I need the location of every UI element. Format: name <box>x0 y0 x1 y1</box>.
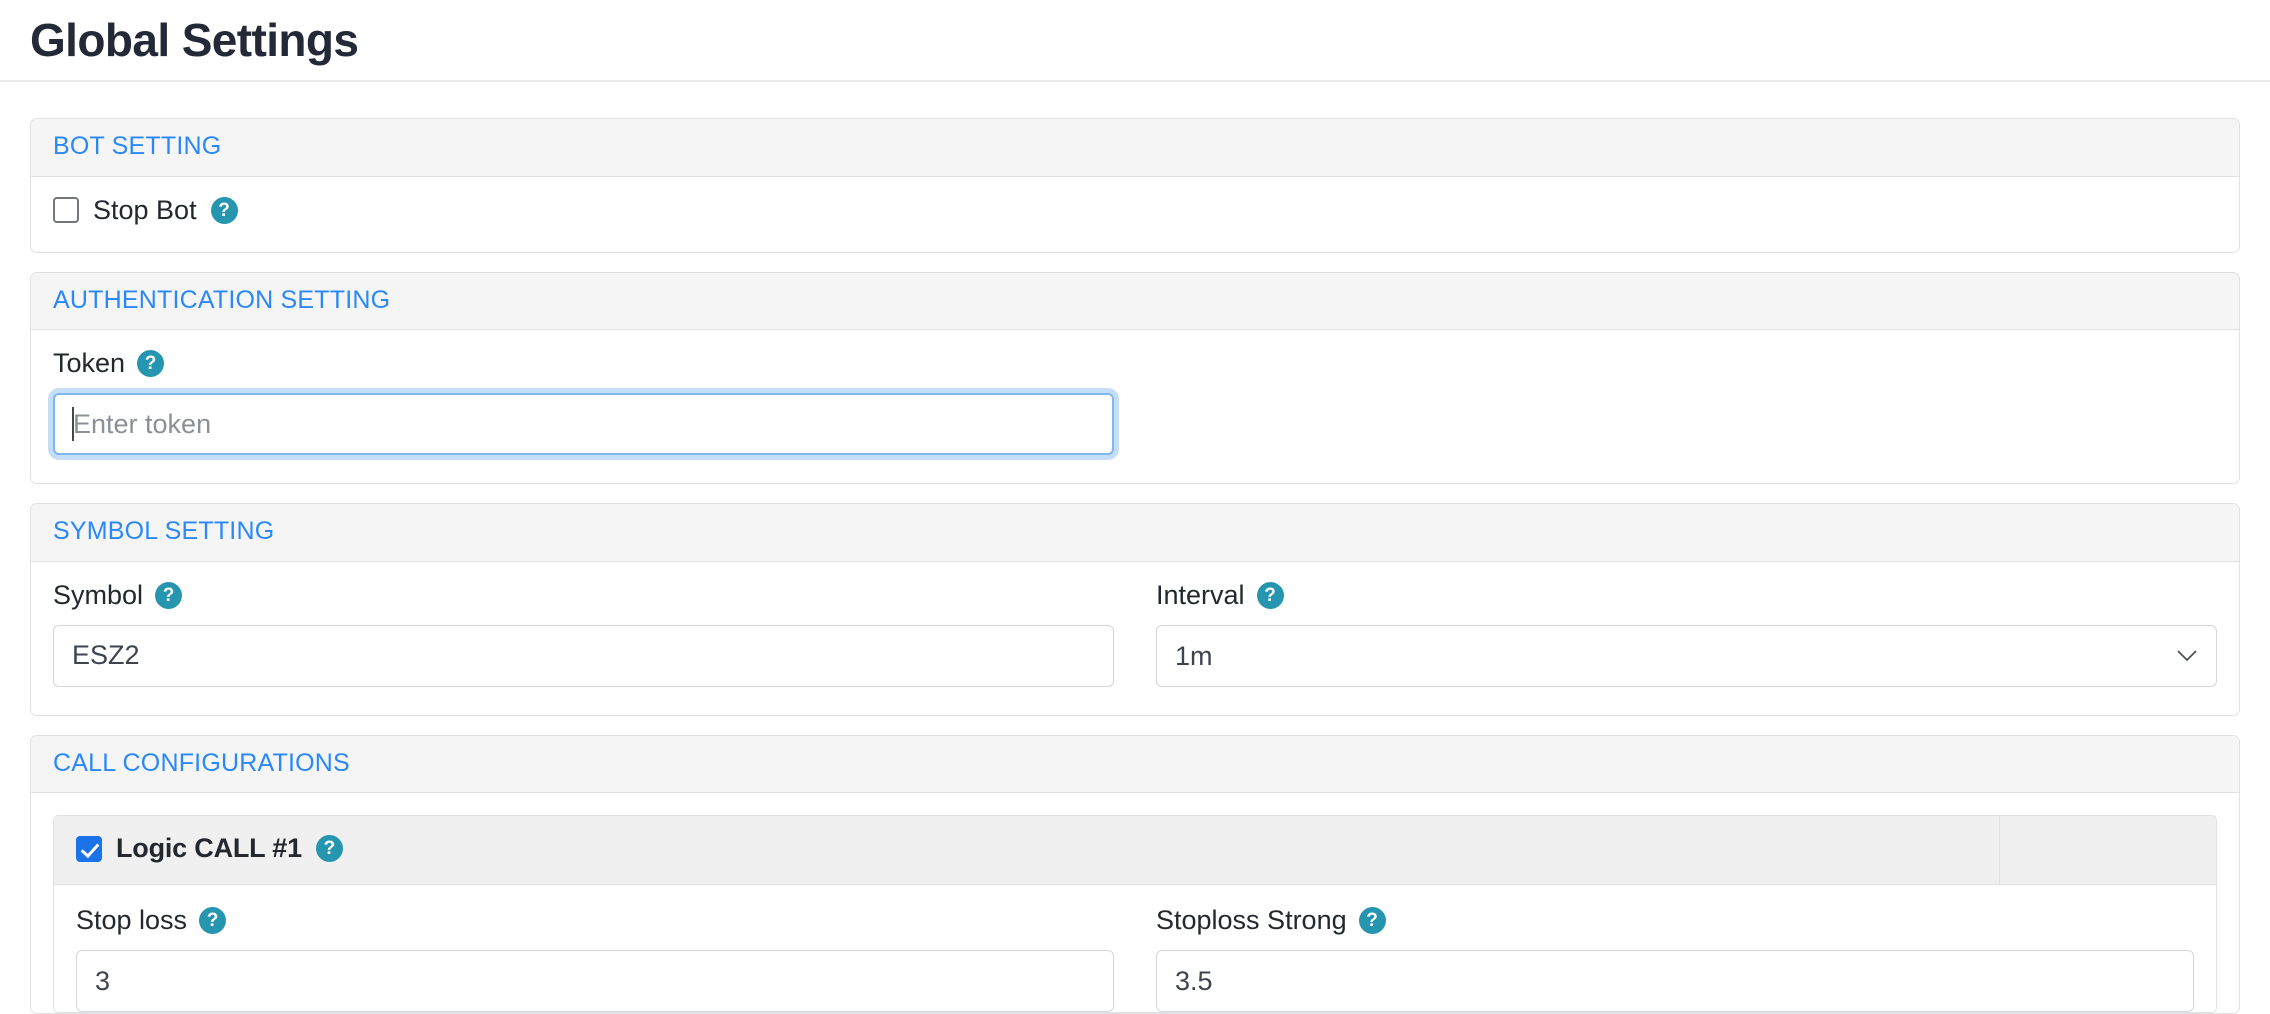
logic-call-block: Logic CALL #1 ? Stop loss ? 3 Stoploss S… <box>53 815 2217 1013</box>
card-body-symbol-setting: Symbol ? Interval ? 1m3m5m15m30m1h4h1d <box>31 562 2239 715</box>
interval-select[interactable]: 1m3m5m15m30m1h4h1d <box>1156 624 2217 687</box>
section-title-authentication-setting: AUTHENTICATION SETTING <box>53 285 391 314</box>
card-body-call-configurations: Logic CALL #1 ? Stop loss ? 3 Stoploss S… <box>31 793 2239 1013</box>
help-icon[interactable]: ? <box>199 907 227 934</box>
stop-loss-field: Stop loss ? <box>76 907 1114 1012</box>
interval-label-row: Interval ? <box>1156 579 2217 610</box>
card-header-call-configurations: CALL CONFIGURATIONS <box>31 735 2239 793</box>
symbol-label: Symbol <box>53 579 144 610</box>
symbol-interval-grid: Symbol ? Interval ? 1m3m5m15m30m1h4h1d <box>53 579 2217 687</box>
stoploss-strong-label-row: Stoploss Strong ? <box>1156 907 2194 934</box>
logic-call-header-aside <box>2000 816 2216 884</box>
logic-call-checkbox[interactable] <box>76 835 102 862</box>
help-icon[interactable]: ? <box>315 835 343 862</box>
stop-bot-row: Stop Bot ? <box>53 194 2217 225</box>
card-body-authentication-setting: Token ? <box>31 330 2239 483</box>
stoploss-strong-input[interactable] <box>1156 950 2194 1012</box>
stop-loss-label: Stop loss <box>76 905 188 935</box>
card-bot-setting: BOT SETTING Stop Bot ? <box>30 118 2240 253</box>
interval-label: Interval <box>1156 579 1245 610</box>
interval-select-wrap: 1m3m5m15m30m1h4h1d <box>1156 624 2217 687</box>
section-title-bot-setting: BOT SETTING <box>53 132 222 160</box>
token-label-row: Token ? <box>53 350 2217 377</box>
section-title-symbol-setting: SYMBOL SETTING <box>53 517 275 545</box>
global-settings-page: Global Settings BOT SETTING Stop Bot ? A… <box>0 0 2270 1014</box>
text-caret <box>72 407 74 441</box>
help-icon[interactable]: ? <box>1358 907 1386 934</box>
stoploss-strong-label: Stoploss Strong <box>1156 905 1347 935</box>
card-symbol-setting: SYMBOL SETTING Symbol ? Interval ? <box>30 503 2240 716</box>
card-call-configurations: CALL CONFIGURATIONS Logic CALL #1 ? Stop… <box>30 734 2240 1014</box>
logic-call-header: Logic CALL #1 ? <box>54 816 2216 885</box>
token-field-grid <box>53 393 2217 455</box>
symbol-label-row: Symbol ? <box>53 579 1114 610</box>
help-icon[interactable]: ? <box>137 350 165 377</box>
stoploss-strong-field: Stoploss Strong ? <box>1156 907 2194 1012</box>
logic-call-body: Stop loss ? Stoploss Strong ? <box>54 885 2216 1012</box>
stoploss-grid: Stop loss ? Stoploss Strong ? <box>76 907 2194 1012</box>
logic-call-header-main: Logic CALL #1 ? <box>54 816 2000 884</box>
section-title-call-configurations: CALL CONFIGURATIONS <box>53 748 350 777</box>
logic-call-label: Logic CALL #1 <box>116 833 302 863</box>
token-input-wrap <box>53 393 1114 455</box>
card-authentication-setting: AUTHENTICATION SETTING Token ? <box>30 271 2240 484</box>
logic-call-row: Logic CALL #1 ? <box>76 835 1977 862</box>
stop-bot-checkbox[interactable] <box>53 197 79 223</box>
help-icon[interactable]: ? <box>155 581 183 609</box>
token-input[interactable] <box>53 393 1114 455</box>
symbol-input[interactable] <box>53 624 1114 687</box>
card-body-bot-setting: Stop Bot ? <box>31 177 2239 252</box>
interval-field: Interval ? 1m3m5m15m30m1h4h1d <box>1156 579 2217 687</box>
card-header-symbol-setting: SYMBOL SETTING <box>31 504 2239 562</box>
stop-loss-input[interactable] <box>76 950 1114 1012</box>
help-icon[interactable]: ? <box>1256 581 1284 609</box>
stop-loss-label-row: Stop loss ? <box>76 907 1114 934</box>
help-icon[interactable]: ? <box>210 196 238 224</box>
page-header: Global Settings <box>0 0 2270 82</box>
stop-bot-label: Stop Bot <box>93 194 197 225</box>
page-title: Global Settings <box>30 14 359 66</box>
card-header-authentication-setting: AUTHENTICATION SETTING <box>31 272 2239 330</box>
settings-cards-container: BOT SETTING Stop Bot ? AUTHENTICATION SE… <box>0 82 2270 1014</box>
card-header-bot-setting: BOT SETTING <box>31 119 2239 177</box>
symbol-field: Symbol ? <box>53 579 1114 687</box>
token-label: Token <box>53 348 126 378</box>
